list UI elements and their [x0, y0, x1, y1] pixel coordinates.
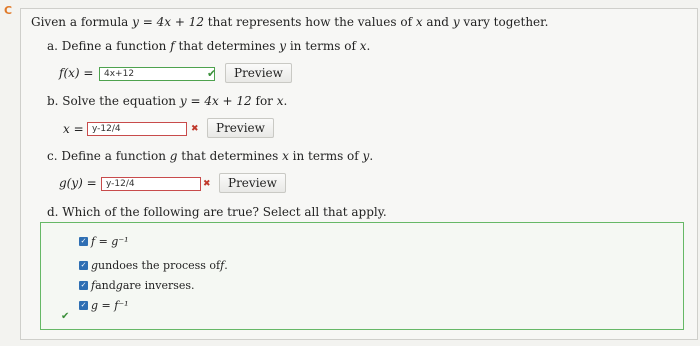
part-b-middle: for [251, 94, 277, 108]
part-b-answer-input[interactable]: y-12/4 [87, 122, 187, 136]
part-b-row-label: x = [63, 122, 84, 136]
checkbox-3[interactable]: ✓ [79, 281, 88, 290]
part-b-equation: y = 4x + 12 [179, 94, 252, 108]
part-c-middle2: in terms of [288, 149, 363, 163]
formula: y = 4x + 12 [132, 15, 204, 29]
part-a-yvar: y [279, 39, 287, 53]
choice-3[interactable]: ✓ f and g are inverses. [79, 279, 195, 292]
part-a-prefix: a. Define a function [47, 39, 171, 53]
part-a-answer-input[interactable]: 4x+12 [99, 67, 215, 81]
var-x: x [415, 15, 423, 29]
x-mark-icon: ✖ [203, 179, 211, 189]
choice-2-var-g: g [91, 259, 99, 272]
part-c-answer-input[interactable]: y-12/4 [101, 177, 201, 191]
part-b-prefix: b. Solve the equation [47, 94, 180, 108]
part-b-xvar: x [276, 94, 284, 108]
part-b-end: . [283, 94, 288, 108]
part-c-end: . [369, 149, 374, 163]
checkbox-1[interactable]: ✓ [79, 237, 88, 246]
var-y: y [452, 15, 460, 29]
choice-2-text: undoes the process of [98, 259, 221, 272]
part-a-row-label: f(x) = [59, 66, 94, 80]
checkbox-4[interactable]: ✓ [79, 301, 88, 310]
intro-prefix: Given a formula [31, 15, 133, 29]
part-c-row-label: g(y) = [59, 176, 97, 190]
part-a-end: . [366, 39, 371, 53]
part-c-preview-button[interactable]: Preview [219, 173, 286, 193]
part-c-xvar: x [282, 149, 289, 163]
choices-box: ✓ f = g⁻¹ ✓ g undoes the process of f. ✓… [40, 222, 684, 330]
question-intro: Given a formula y = 4x + 12 that represe… [31, 15, 548, 29]
choice-1-text: f = g⁻¹ [91, 235, 129, 248]
part-a-middle2: in terms of [286, 39, 360, 53]
part-b-prompt: b. Solve the equation y = 4x + 12 for x. [47, 94, 287, 108]
checkbox-2[interactable]: ✓ [79, 261, 88, 270]
part-a-xvar: x [359, 39, 367, 53]
part-b-preview-button[interactable]: Preview [207, 118, 274, 138]
refresh-icon: C [4, 4, 13, 17]
choice-1[interactable]: ✓ f = g⁻¹ [79, 235, 129, 248]
choice-4-text: g = f⁻¹ [91, 299, 129, 312]
intro-suffix: that represents how the values of [203, 15, 416, 29]
choice-4[interactable]: ✓ g = f⁻¹ [79, 299, 129, 312]
choice-3-text: and [95, 279, 116, 292]
choice-2-end: . [224, 259, 228, 272]
choice-2[interactable]: ✓ g undoes the process of f. [79, 259, 228, 272]
checkmark-icon: ✔ [207, 67, 217, 80]
checkmark-icon: ✔ [61, 311, 70, 322]
part-c-middle: that determines [177, 149, 283, 163]
part-a-prompt: a. Define a function f that determines y… [47, 39, 370, 53]
part-c-prompt: c. Define a function g that determines x… [47, 149, 373, 163]
intro-end: vary together. [459, 15, 549, 29]
part-a-middle: that determines [174, 39, 280, 53]
part-a-preview-button[interactable]: Preview [225, 63, 292, 83]
part-d-prompt: d. Which of the following are true? Sele… [47, 205, 387, 219]
choice-3-var-g: g [115, 279, 123, 292]
x-mark-icon: ✖ [191, 124, 199, 134]
choice-3-end: are inverses. [122, 279, 195, 292]
part-c-prefix: c. Define a function [47, 149, 170, 163]
intro-and: and [422, 15, 453, 29]
